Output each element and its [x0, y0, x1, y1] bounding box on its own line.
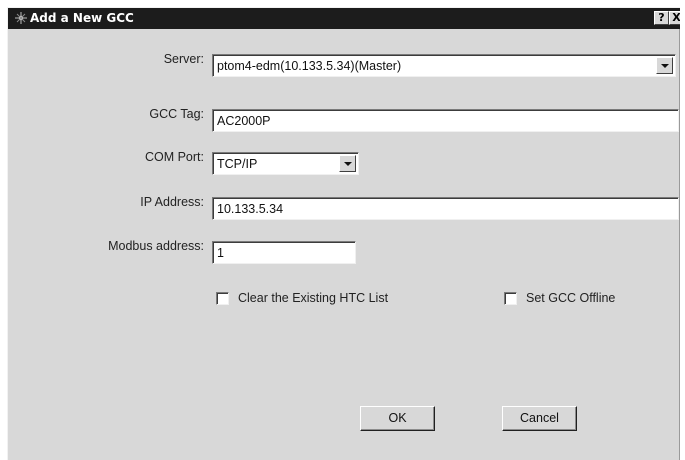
ip-address-value: 10.133.5.34	[217, 202, 284, 216]
ip-address-input[interactable]: 10.133.5.34	[212, 197, 679, 220]
server-dropdown-button[interactable]	[656, 57, 673, 74]
server-label: Server:	[163, 52, 204, 66]
window-title: Add a New GCC	[30, 11, 134, 25]
com-port-label: COM Port:	[144, 150, 204, 164]
clear-htc-list-label: Clear the Existing HTC List	[238, 291, 389, 305]
add-gcc-dialog: Add a New GCC ? X Server: ptom4-edm(10.1…	[7, 7, 680, 460]
com-port-select[interactable]: TCP/IP	[212, 152, 359, 175]
clear-htc-list-checkbox[interactable]	[216, 292, 229, 305]
server-value: ptom4-edm(10.133.5.34)(Master)	[217, 59, 402, 73]
chevron-down-icon	[344, 162, 352, 166]
help-button[interactable]: ?	[654, 11, 669, 25]
gcc-tag-label: GCC Tag:	[149, 107, 204, 121]
ip-address-label: IP Address:	[140, 195, 204, 209]
set-offline-label: Set GCC Offline	[526, 291, 616, 305]
set-offline-option[interactable]: Set GCC Offline	[504, 291, 654, 308]
com-port-value: TCP/IP	[217, 157, 258, 171]
modbus-address-value: 1	[217, 246, 224, 260]
chevron-down-icon	[661, 64, 669, 68]
clear-htc-list-option[interactable]: Clear the Existing HTC List	[216, 291, 436, 308]
ok-button[interactable]: OK	[360, 406, 435, 431]
server-select[interactable]: ptom4-edm(10.133.5.34)(Master)	[212, 54, 676, 77]
modbus-address-label: Modbus address:	[108, 239, 204, 253]
set-offline-checkbox[interactable]	[504, 292, 517, 305]
modbus-address-input[interactable]: 1	[212, 241, 356, 264]
title-bar[interactable]: Add a New GCC ? X	[8, 8, 680, 29]
close-button[interactable]: X	[669, 11, 680, 25]
app-icon	[15, 12, 27, 24]
com-port-dropdown-button[interactable]	[339, 155, 356, 172]
gcc-tag-input[interactable]: AC2000P	[212, 109, 679, 132]
cancel-button[interactable]: Cancel	[502, 406, 577, 431]
gcc-tag-value: AC2000P	[217, 114, 271, 128]
